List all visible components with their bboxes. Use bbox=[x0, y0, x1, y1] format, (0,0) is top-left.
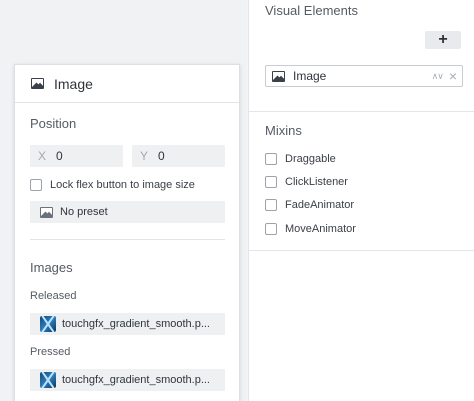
mixin-label: Draggable bbox=[285, 153, 336, 165]
selected-element-label: Image bbox=[293, 69, 327, 83]
lock-checkbox[interactable] bbox=[30, 179, 42, 191]
lock-label: Lock flex button to image size bbox=[50, 179, 195, 191]
released-label: Released bbox=[30, 290, 77, 302]
image-icon bbox=[31, 78, 44, 89]
divider bbox=[30, 239, 225, 240]
checkbox[interactable] bbox=[265, 199, 277, 211]
add-element-button[interactable]: + bbox=[425, 31, 461, 49]
sort-icon[interactable]: ∧∨ bbox=[432, 71, 444, 82]
pressed-label: Pressed bbox=[30, 346, 71, 358]
y-value: 0 bbox=[158, 149, 165, 163]
mixin-label: ClickListener bbox=[285, 176, 348, 188]
image-icon bbox=[272, 70, 285, 82]
mixin-clicklistener[interactable]: ClickListener bbox=[265, 174, 348, 190]
checkbox[interactable] bbox=[265, 153, 277, 165]
position-section-title: Position bbox=[30, 116, 77, 131]
mixin-label: MoveAnimator bbox=[285, 223, 356, 235]
lock-flex-button-option[interactable]: Lock flex button to image size bbox=[30, 177, 195, 193]
image-icon bbox=[40, 206, 53, 218]
x-value: 0 bbox=[56, 149, 63, 163]
mixin-label: FadeAnimator bbox=[285, 199, 355, 211]
mixin-fadeanimator[interactable]: FadeAnimator bbox=[265, 197, 354, 213]
mixins-title: Mixins bbox=[265, 123, 302, 138]
preset-select[interactable]: No preset bbox=[30, 201, 225, 223]
released-file-name: touchgfx_gradient_smooth.p... bbox=[62, 318, 210, 330]
released-image-select[interactable]: touchgfx_gradient_smooth.p... bbox=[30, 313, 225, 335]
y-label: Y bbox=[140, 149, 149, 163]
touchgfx-file-icon bbox=[40, 316, 56, 332]
pressed-image-select[interactable]: touchgfx_gradient_smooth.p... bbox=[30, 369, 225, 391]
x-position-input[interactable]: X 0 bbox=[30, 145, 123, 167]
divider bbox=[249, 250, 474, 251]
mixin-moveanimator[interactable]: MoveAnimator bbox=[265, 221, 356, 237]
visual-elements-title: Visual Elements bbox=[265, 3, 358, 18]
mixin-draggable[interactable]: Draggable bbox=[265, 151, 336, 167]
image-properties-card: Image Position X 0 Y 0 Lock flex button … bbox=[14, 64, 240, 401]
visual-elements-panel: Visual Elements + Image ∧∨ × Mixins Drag… bbox=[248, 0, 474, 401]
element-select[interactable]: Image ∧∨ × bbox=[265, 65, 463, 87]
touchgfx-file-icon bbox=[40, 372, 56, 388]
divider bbox=[249, 111, 474, 112]
images-section-title: Images bbox=[30, 260, 73, 275]
checkbox[interactable] bbox=[265, 223, 277, 235]
x-label: X bbox=[38, 149, 47, 163]
clear-icon[interactable]: × bbox=[449, 68, 457, 84]
preset-label: No preset bbox=[60, 206, 108, 218]
y-position-input[interactable]: Y 0 bbox=[132, 145, 225, 167]
checkbox[interactable] bbox=[265, 176, 277, 188]
card-header: Image bbox=[15, 65, 239, 103]
card-title: Image bbox=[54, 75, 93, 92]
pressed-file-name: touchgfx_gradient_smooth.p... bbox=[62, 374, 210, 386]
